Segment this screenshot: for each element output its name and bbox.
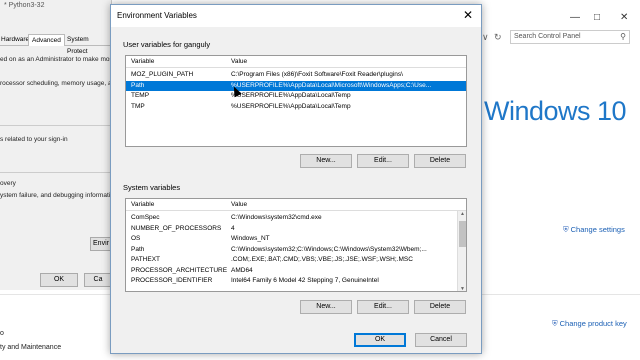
change-product-key-link[interactable]: ⛨ Change product key <box>552 319 627 329</box>
table-row[interactable]: PATHEXT .COM;.EXE;.BAT;.CMD;.VBS;.VBE;.JS… <box>126 255 458 266</box>
table-row[interactable]: MOZ_PLUGIN_PATH C:\Program Files (x86)\Fo… <box>126 70 466 81</box>
change-settings-label: Change settings <box>570 225 625 234</box>
value-cell: C:\Windows\system32;C:\Windows;C:\Window… <box>231 245 427 253</box>
divider <box>0 172 112 173</box>
maximize-icon[interactable]: □ <box>594 12 600 23</box>
sysprops-tabs: Hardware Advanced System Protect <box>0 34 112 55</box>
variable-cell: OS <box>131 235 141 242</box>
system-variables-list[interactable]: Variable Value ComSpec C:\Windows\system3… <box>125 198 467 292</box>
variable-cell: NUMBER_OF_PROCESSORS <box>131 224 222 232</box>
windows-brand-logo: Windows 10 <box>484 96 627 126</box>
value-cell: C:\Program Files (x86)\Foxit Software\Fo… <box>231 71 403 78</box>
close-icon[interactable]: ✕ <box>620 12 628 23</box>
variable-cell: ComSpec <box>131 214 160 221</box>
variable-cell: Path <box>131 245 145 253</box>
value-cell: %USERPROFILE%\AppData\Local\Temp <box>231 92 351 99</box>
user-delete-button[interactable]: Delete <box>414 154 466 168</box>
table-row[interactable]: ComSpec C:\Windows\system32\cmd.exe <box>126 213 458 224</box>
user-edit-button[interactable]: Edit... <box>357 154 409 168</box>
security-maintenance-link[interactable]: ty and Maintenance <box>0 344 61 351</box>
value-cell: Intel64 Family 6 Model 42 Stepping 7, Ge… <box>231 277 379 284</box>
search-input[interactable]: Search Control Panel ⚲ <box>510 30 630 44</box>
scroll-up-icon[interactable]: ▲ <box>458 211 466 217</box>
value-cell: %USERPROFILE%\AppData\Local\Temp <box>231 102 351 110</box>
search-placeholder: Search Control Panel <box>514 33 581 40</box>
value-cell: Windows_NT <box>231 235 270 242</box>
environment-variables-button[interactable]: Envir <box>90 237 112 251</box>
column-value[interactable]: Value <box>231 56 247 68</box>
cp-text: o <box>0 330 4 337</box>
variable-cell: Path <box>131 81 145 89</box>
user-variables-label: User variables for ganguly <box>123 40 211 49</box>
environment-variables-dialog: Environment Variables ✕ User variables f… <box>110 4 482 354</box>
variable-cell: PROCESSOR_IDENTIFIER <box>131 277 213 284</box>
column-variable[interactable]: Variable <box>131 56 154 68</box>
table-row[interactable]: OS Windows_NT <box>126 234 458 245</box>
sysprops-cancel-button[interactable]: Ca <box>84 273 112 287</box>
table-row[interactable]: Path %USERPROFILE%\AppData\Local\Microsof… <box>126 80 466 91</box>
scroll-down-icon[interactable]: ▼ <box>458 286 466 291</box>
list-header: Variable Value <box>126 56 466 68</box>
refresh-icon[interactable]: ↻ <box>494 32 502 43</box>
table-row[interactable]: TMP %USERPROFILE%\AppData\Local\Temp <box>126 102 466 113</box>
sysprops-text: ed on as an Administrator to make mos <box>0 56 113 63</box>
list-header: Variable Value <box>126 199 466 211</box>
system-properties-window: * Python3-32 Hardware Advanced System Pr… <box>0 0 116 290</box>
value-cell: 4 <box>231 224 235 232</box>
search-icon: ⚲ <box>620 32 626 41</box>
ok-button[interactable]: OK <box>354 333 406 347</box>
sysprops-title: * Python3-32 <box>4 2 45 9</box>
variable-cell: PATHEXT <box>131 256 161 263</box>
column-variable[interactable]: Variable <box>131 199 154 211</box>
value-cell: .COM;.EXE;.BAT;.CMD;.VBS;.VBE;.JS;.JSE;.… <box>231 256 413 263</box>
variable-cell: PROCESSOR_ARCHITECTURE <box>131 266 228 274</box>
value-cell: %USERPROFILE%\AppData\Local\Microsoft\Wi… <box>231 81 432 89</box>
sysprops-text: overy <box>0 180 16 187</box>
table-row[interactable]: TEMP %USERPROFILE%\AppData\Local\Temp <box>126 91 466 102</box>
dialog-titlebar: Environment Variables ✕ <box>111 5 481 27</box>
column-value[interactable]: Value <box>231 199 247 211</box>
shield-icon: ⛨ <box>563 225 569 234</box>
user-new-button[interactable]: New... <box>300 154 352 168</box>
sysprops-ok-button[interactable]: OK <box>40 273 78 287</box>
scroll-thumb[interactable] <box>459 221 466 247</box>
value-cell: AMD64 <box>231 266 253 274</box>
user-variables-list[interactable]: Variable Value MOZ_PLUGIN_PATH C:\Program… <box>125 55 467 147</box>
variable-cell: MOZ_PLUGIN_PATH <box>131 71 194 78</box>
sysprops-text: rocessor scheduling, memory usage, an <box>0 80 116 87</box>
system-new-button[interactable]: New... <box>300 300 352 314</box>
control-panel-titlebar: — □ ✕ <box>480 0 640 30</box>
system-edit-button[interactable]: Edit... <box>357 300 409 314</box>
tab-advanced[interactable]: Advanced <box>28 34 65 46</box>
change-settings-link[interactable]: ⛨ Change settings <box>563 225 625 235</box>
cancel-button[interactable]: Cancel <box>415 333 467 347</box>
tab-system-protection[interactable]: System Protect <box>64 34 112 55</box>
dialog-title: Environment Variables <box>117 11 197 20</box>
table-row[interactable]: PROCESSOR_IDENTIFIER Intel64 Family 6 Mod… <box>126 276 458 287</box>
sysprops-text: s related to your sign-in <box>0 136 68 143</box>
value-cell: C:\Windows\system32\cmd.exe <box>231 214 322 221</box>
table-row[interactable]: Path C:\Windows\system32;C:\Windows;C:\Wi… <box>126 245 458 256</box>
table-row[interactable]: NUMBER_OF_PROCESSORS 4 <box>126 224 458 235</box>
variable-cell: TMP <box>131 102 145 110</box>
sysprops-text: ystem failure, and debugging informati <box>0 192 111 199</box>
minimize-icon[interactable]: — <box>570 12 580 23</box>
table-row[interactable]: PROCESSOR_ARCHITECTURE AMD64 <box>126 266 458 277</box>
change-product-key-label: Change product key <box>559 319 627 328</box>
close-icon[interactable]: ✕ <box>463 8 473 22</box>
variable-cell: TEMP <box>131 92 150 99</box>
shield-icon: ⛨ <box>552 319 558 328</box>
dropdown-arrow-icon[interactable]: ∨ <box>482 32 489 43</box>
divider <box>0 125 112 126</box>
system-delete-button[interactable]: Delete <box>414 300 466 314</box>
scrollbar[interactable]: ▲ ▼ <box>457 211 466 291</box>
system-variables-label: System variables <box>123 183 181 192</box>
